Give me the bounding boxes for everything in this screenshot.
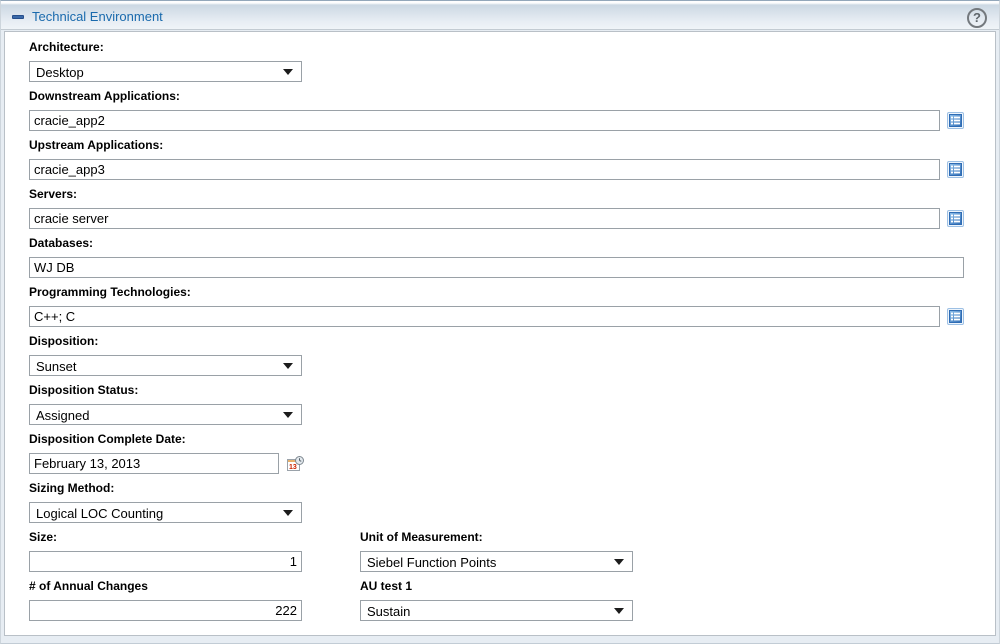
chevron-down-icon (283, 510, 293, 516)
architecture-value: Desktop (36, 65, 84, 80)
architecture-label: Architecture: (29, 41, 995, 54)
field-upstream-applications: Upstream Applications: (29, 139, 995, 180)
chevron-down-icon (283, 69, 293, 75)
downstream-applications-input[interactable] (29, 110, 940, 131)
technical-environment-section: Technical Environment ? Architecture: De… (0, 0, 1000, 644)
unit-of-measurement-label: Unit of Measurement: (360, 531, 633, 544)
unit-of-measurement-value: Siebel Function Points (367, 555, 496, 570)
chevron-down-icon (614, 608, 624, 614)
disposition-status-value: Assigned (36, 408, 89, 423)
servers-input[interactable] (29, 208, 940, 229)
disposition-select[interactable]: Sunset (29, 355, 302, 376)
field-annual-changes: # of Annual Changes (29, 580, 360, 621)
field-servers: Servers: (29, 188, 995, 229)
form-panel: Architecture: Desktop Downstream Applica… (4, 31, 996, 636)
au-test-1-value: Sustain (367, 604, 410, 619)
sizing-method-label: Sizing Method: (29, 482, 995, 495)
databases-label: Databases: (29, 237, 995, 250)
annual-changes-input[interactable] (29, 600, 302, 621)
databases-input[interactable] (29, 257, 964, 278)
value-help-list-icon[interactable] (947, 161, 964, 178)
size-input[interactable] (29, 551, 302, 572)
field-size: Size: (29, 531, 360, 572)
servers-label: Servers: (29, 188, 995, 201)
au-test-1-label: AU test 1 (360, 580, 633, 593)
upstream-applications-input[interactable] (29, 159, 940, 180)
field-unit-of-measurement: Unit of Measurement: Siebel Function Poi… (360, 531, 633, 572)
field-disposition: Disposition: Sunset (29, 335, 995, 376)
size-label: Size: (29, 531, 360, 544)
programming-technologies-input[interactable] (29, 306, 940, 327)
minus-icon (12, 15, 24, 19)
field-architecture: Architecture: Desktop (29, 41, 995, 82)
help-icon[interactable]: ? (967, 8, 987, 28)
field-databases: Databases: (29, 237, 995, 278)
downstream-applications-label: Downstream Applications: (29, 90, 995, 103)
chevron-down-icon (614, 559, 624, 565)
chevron-down-icon (283, 363, 293, 369)
calendar-clock-icon[interactable]: 13 (286, 455, 305, 473)
field-sizing-method: Sizing Method: Logical LOC Counting (29, 482, 995, 523)
sizing-method-select[interactable]: Logical LOC Counting (29, 502, 302, 523)
collapse-minus-icon[interactable] (12, 15, 25, 21)
section-header[interactable]: Technical Environment ? (1, 1, 999, 30)
chevron-down-icon (283, 412, 293, 418)
field-au-test-1: AU test 1 Sustain (360, 580, 633, 621)
section-title: Technical Environment (32, 9, 163, 24)
au-test-1-select[interactable]: Sustain (360, 600, 633, 621)
svg-text:13: 13 (289, 464, 297, 471)
annual-changes-label: # of Annual Changes (29, 580, 360, 593)
row-annual-changes-au-test: # of Annual Changes AU test 1 Sustain (29, 580, 995, 621)
field-disposition-status: Disposition Status: Assigned (29, 384, 995, 425)
row-size-unit: Size: Unit of Measurement: Siebel Functi… (29, 531, 995, 572)
disposition-complete-date-input[interactable] (29, 453, 279, 474)
disposition-complete-date-label: Disposition Complete Date: (29, 433, 995, 446)
programming-technologies-label: Programming Technologies: (29, 286, 995, 299)
sizing-method-value: Logical LOC Counting (36, 506, 163, 521)
upstream-applications-label: Upstream Applications: (29, 139, 995, 152)
field-disposition-complete-date: Disposition Complete Date: 13 (29, 433, 995, 474)
field-programming-technologies: Programming Technologies: (29, 286, 995, 327)
field-downstream-applications: Downstream Applications: (29, 90, 995, 131)
disposition-status-select[interactable]: Assigned (29, 404, 302, 425)
value-help-list-icon[interactable] (947, 210, 964, 227)
disposition-status-label: Disposition Status: (29, 384, 995, 397)
unit-of-measurement-select[interactable]: Siebel Function Points (360, 551, 633, 572)
disposition-label: Disposition: (29, 335, 995, 348)
value-help-list-icon[interactable] (947, 308, 964, 325)
architecture-select[interactable]: Desktop (29, 61, 302, 82)
disposition-value: Sunset (36, 359, 76, 374)
value-help-list-icon[interactable] (947, 112, 964, 129)
